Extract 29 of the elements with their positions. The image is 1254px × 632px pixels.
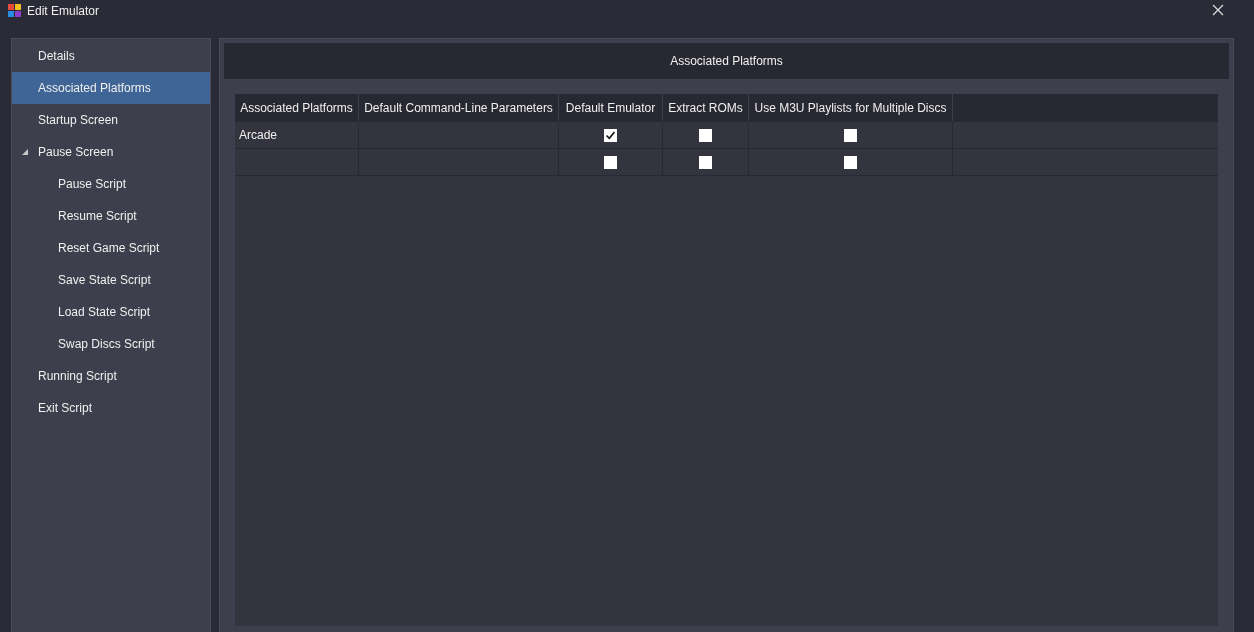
column-header[interactable]: Default Command-Line Parameters (359, 94, 559, 121)
sidebar-item[interactable]: Resume Script (12, 200, 210, 232)
checkbox[interactable] (844, 155, 857, 169)
close-button[interactable] (1212, 4, 1226, 18)
column-header[interactable]: Extract ROMs (663, 94, 749, 121)
sidebar-item[interactable]: Load State Script (12, 296, 210, 328)
app-logo-icon (8, 4, 21, 17)
window-title: Edit Emulator (27, 4, 100, 18)
sidebar-item[interactable]: Running Script (12, 360, 210, 392)
checkbox[interactable] (604, 128, 617, 142)
checkbox[interactable] (699, 128, 712, 142)
expanded-arrow-icon[interactable] (22, 149, 28, 155)
sidebar-item[interactable]: Pause Screen (12, 136, 210, 168)
checkbox[interactable] (844, 128, 857, 142)
sidebar-item[interactable]: Save State Script (12, 264, 210, 296)
checkbox[interactable] (604, 155, 617, 169)
column-header[interactable]: Associated Platforms (235, 94, 359, 121)
checkbox[interactable] (699, 155, 712, 169)
sidebar-item[interactable]: Details (12, 40, 210, 72)
sidebar-item[interactable]: Associated Platforms (12, 72, 210, 104)
panel-header: Associated Platforms (224, 43, 1229, 79)
table-cell: Arcade (235, 122, 359, 148)
column-header[interactable]: Use M3U Playlists for Multiple Discs (749, 94, 953, 121)
sidebar-item[interactable]: Startup Screen (12, 104, 210, 136)
sidebar-item[interactable]: Exit Script (12, 392, 210, 424)
column-header[interactable]: Default Emulator (559, 94, 663, 121)
sidebar-item[interactable]: Reset Game Script (12, 232, 210, 264)
sidebar-item[interactable]: Pause Script (12, 168, 210, 200)
sidebar-item[interactable]: Swap Discs Script (12, 328, 210, 360)
